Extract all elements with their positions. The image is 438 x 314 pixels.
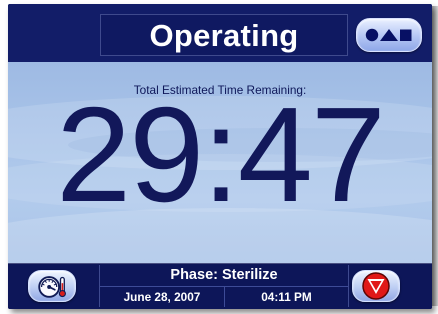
down-triangle-icon bbox=[362, 272, 390, 300]
phase-label: Phase: Sterilize bbox=[170, 267, 278, 283]
countdown-time: 29:47 bbox=[56, 79, 386, 230]
phase-status-panel: Phase: Sterilize June 28, 2007 04:11 PM bbox=[99, 265, 349, 307]
header-bar: Operating bbox=[8, 4, 432, 62]
date-label: June 28, 2007 bbox=[123, 290, 201, 304]
device-screen: Operating Total Estimated Time Remaining… bbox=[8, 4, 432, 309]
clock-label: 04:11 PM bbox=[261, 290, 312, 304]
footer-bar: Phase: Sterilize June 28, 2007 04:11 PM bbox=[8, 263, 432, 309]
status-title-box: Operating bbox=[100, 14, 348, 56]
timer-display-area: Total Estimated Time Remaining: 29:47 bbox=[8, 62, 432, 263]
thermometer-gauge-icon bbox=[38, 276, 66, 298]
gauge-button[interactable] bbox=[28, 270, 76, 302]
status-title: Operating bbox=[149, 17, 299, 53]
stop-button[interactable] bbox=[352, 270, 400, 302]
circle-triangle-square-icon bbox=[365, 28, 412, 42]
shapes-button[interactable] bbox=[356, 18, 422, 52]
footer-highlight bbox=[8, 263, 432, 264]
